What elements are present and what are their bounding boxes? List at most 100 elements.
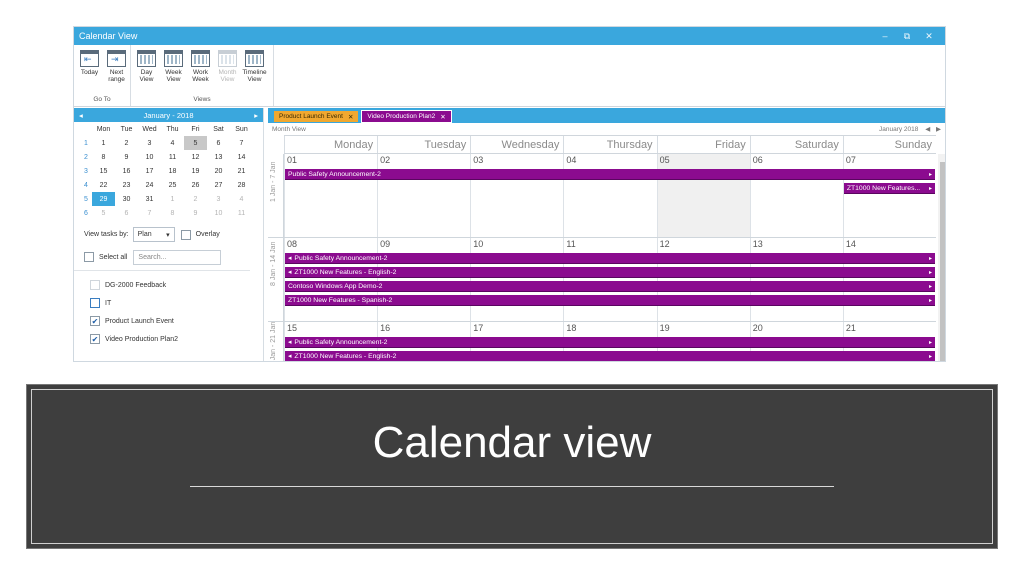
tab-product-launch-event[interactable]: Product Launch Event ✕ [274, 111, 359, 122]
mini-day[interactable]: 6 [207, 136, 230, 150]
mini-day[interactable]: 12 [184, 150, 207, 164]
calendar-event[interactable]: ZT1000 New Features... ▸ [843, 183, 935, 194]
day-view-button[interactable]: Day View [133, 50, 160, 83]
day-cell[interactable]: 08 [284, 238, 377, 321]
month-view-button[interactable]: Month View [214, 50, 241, 83]
mini-day[interactable]: 15 [92, 164, 115, 178]
mini-day[interactable]: 2 [115, 136, 138, 150]
check-icon[interactable]: ✔ [90, 316, 100, 326]
view-tasks-by-select[interactable]: Plan ▾ [132, 227, 175, 242]
mini-day[interactable]: 1 [92, 136, 115, 150]
mini-day[interactable]: 21 [230, 164, 253, 178]
day-cell[interactable]: 04 [563, 154, 656, 237]
mini-day[interactable]: 3 [138, 136, 161, 150]
restore-icon[interactable]: ⧉ [896, 31, 918, 42]
day-cell[interactable]: 14 [842, 238, 936, 321]
calendar-event[interactable]: ◂ Public Safety Announcement-2 ▸ [285, 337, 935, 348]
day-number: 20 [752, 323, 763, 333]
mini-day[interactable]: 24 [138, 178, 161, 192]
next-range-button[interactable]: ⇥ Next range [103, 50, 130, 83]
day-number: 02 [380, 155, 391, 165]
calendar-event[interactable]: Public Safety Announcement-2 ▸ [285, 169, 935, 180]
mini-day[interactable]: 16 [115, 164, 138, 178]
mini-day[interactable]: 26 [184, 178, 207, 192]
overlay-checkbox[interactable] [180, 229, 191, 240]
mini-day[interactable]: 29 [92, 192, 115, 206]
calendar-event[interactable]: ZT1000 New Features - Spanish-2 ▸ [285, 295, 935, 306]
mini-day[interactable]: 18 [161, 164, 184, 178]
mini-day[interactable]: 13 [207, 150, 230, 164]
mini-day[interactable]: 23 [115, 178, 138, 192]
plan-checkbox[interactable] [90, 298, 100, 308]
check-icon[interactable]: ✔ [90, 334, 100, 344]
mini-month-label[interactable]: January - 2018 [143, 111, 193, 120]
select-all-checkbox[interactable] [84, 252, 94, 262]
mini-prev-icon[interactable]: ◂ [79, 111, 83, 120]
mini-day[interactable]: 1 [161, 192, 184, 206]
mini-day[interactable]: 7 [138, 206, 161, 220]
mini-day[interactable]: 17 [138, 164, 161, 178]
plan-checkbox[interactable] [90, 280, 100, 290]
mini-day[interactable]: 14 [230, 150, 253, 164]
mini-day[interactable]: 25 [161, 178, 184, 192]
close-icon[interactable]: ✕ [918, 31, 940, 42]
next-month-icon[interactable]: ▶ [936, 126, 941, 133]
mini-day[interactable]: 28 [230, 178, 253, 192]
mini-day[interactable]: 4 [161, 136, 184, 150]
mini-day[interactable]: 5 [92, 206, 115, 220]
mini-day[interactable]: 3 [207, 192, 230, 206]
calendar-event[interactable]: ◂ ZT1000 New Features - English-2 ▸ [285, 267, 935, 278]
search-input[interactable]: Search... [133, 249, 222, 265]
mini-day[interactable]: 5 [184, 136, 207, 150]
mini-day[interactable]: 4 [230, 192, 253, 206]
calendar-event[interactable]: ◂ Public Safety Announcement-2 ▸ [285, 253, 935, 264]
plan-item[interactable]: DG-2000 Feedback [90, 276, 250, 294]
plan-item[interactable]: ✔ Product Launch Event [90, 312, 250, 330]
mini-day[interactable]: 7 [230, 136, 253, 150]
mini-day[interactable]: 22 [92, 178, 115, 192]
mini-day[interactable]: 9 [184, 206, 207, 220]
plan-item[interactable]: IT [90, 294, 250, 312]
prev-month-icon[interactable]: ◀ [925, 126, 930, 133]
mini-day[interactable]: 27 [207, 178, 230, 192]
day-cell[interactable]: 07 [842, 154, 936, 237]
mini-day[interactable]: 11 [161, 150, 184, 164]
close-icon[interactable]: ✕ [440, 113, 445, 121]
day-cell[interactable]: 03 [470, 154, 563, 237]
close-icon[interactable]: ✕ [348, 113, 353, 121]
mini-day[interactable]: 31 [138, 192, 161, 206]
mini-day[interactable]: 9 [115, 150, 138, 164]
mini-day[interactable]: 11 [230, 206, 253, 220]
mini-day[interactable]: 30 [115, 192, 138, 206]
day-cell[interactable]: 13 [749, 238, 843, 321]
mini-day[interactable]: 10 [207, 206, 230, 220]
mini-day[interactable]: 2 [184, 192, 207, 206]
mini-day[interactable]: 20 [207, 164, 230, 178]
mini-day[interactable]: 6 [115, 206, 138, 220]
today-button[interactable]: ⇤ Today [76, 50, 103, 83]
mini-day[interactable]: 8 [161, 206, 184, 220]
vertical-scrollbar[interactable] [938, 154, 945, 361]
day-cell[interactable]: 10 [470, 238, 563, 321]
mini-day[interactable]: 19 [184, 164, 207, 178]
day-cell[interactable]: 05 [656, 154, 750, 237]
day-cell[interactable]: 11 [563, 238, 656, 321]
minimize-icon[interactable]: ‒ [874, 31, 896, 41]
tab-video-production-plan2[interactable]: Video Production Plan2 ✕ [361, 110, 452, 123]
mini-day[interactable]: 10 [138, 150, 161, 164]
calendar-event[interactable]: ◂ ZT1000 New Features - English-2 ▸ [285, 351, 935, 361]
mini-next-icon[interactable]: ▸ [254, 111, 258, 120]
week-view-button[interactable]: Week View [160, 50, 187, 83]
mini-day[interactable]: 8 [92, 150, 115, 164]
day-cell[interactable]: 12 [656, 238, 750, 321]
day-cell[interactable]: 06 [749, 154, 843, 237]
day-cell[interactable]: 01 [284, 154, 377, 237]
work-week-button[interactable]: Work Week [187, 50, 214, 83]
day-cell[interactable]: 09 [377, 238, 470, 321]
calendar-event[interactable]: Contoso Windows App Demo-2 ▸ [285, 281, 935, 292]
timeline-view-button[interactable]: Timeline View [241, 50, 268, 83]
week-number: 2 [84, 153, 88, 161]
day-cell[interactable]: 02 [377, 154, 470, 237]
plan-item[interactable]: ✔ Video Production Plan2 [90, 330, 250, 348]
day-number: 01 [287, 155, 298, 165]
